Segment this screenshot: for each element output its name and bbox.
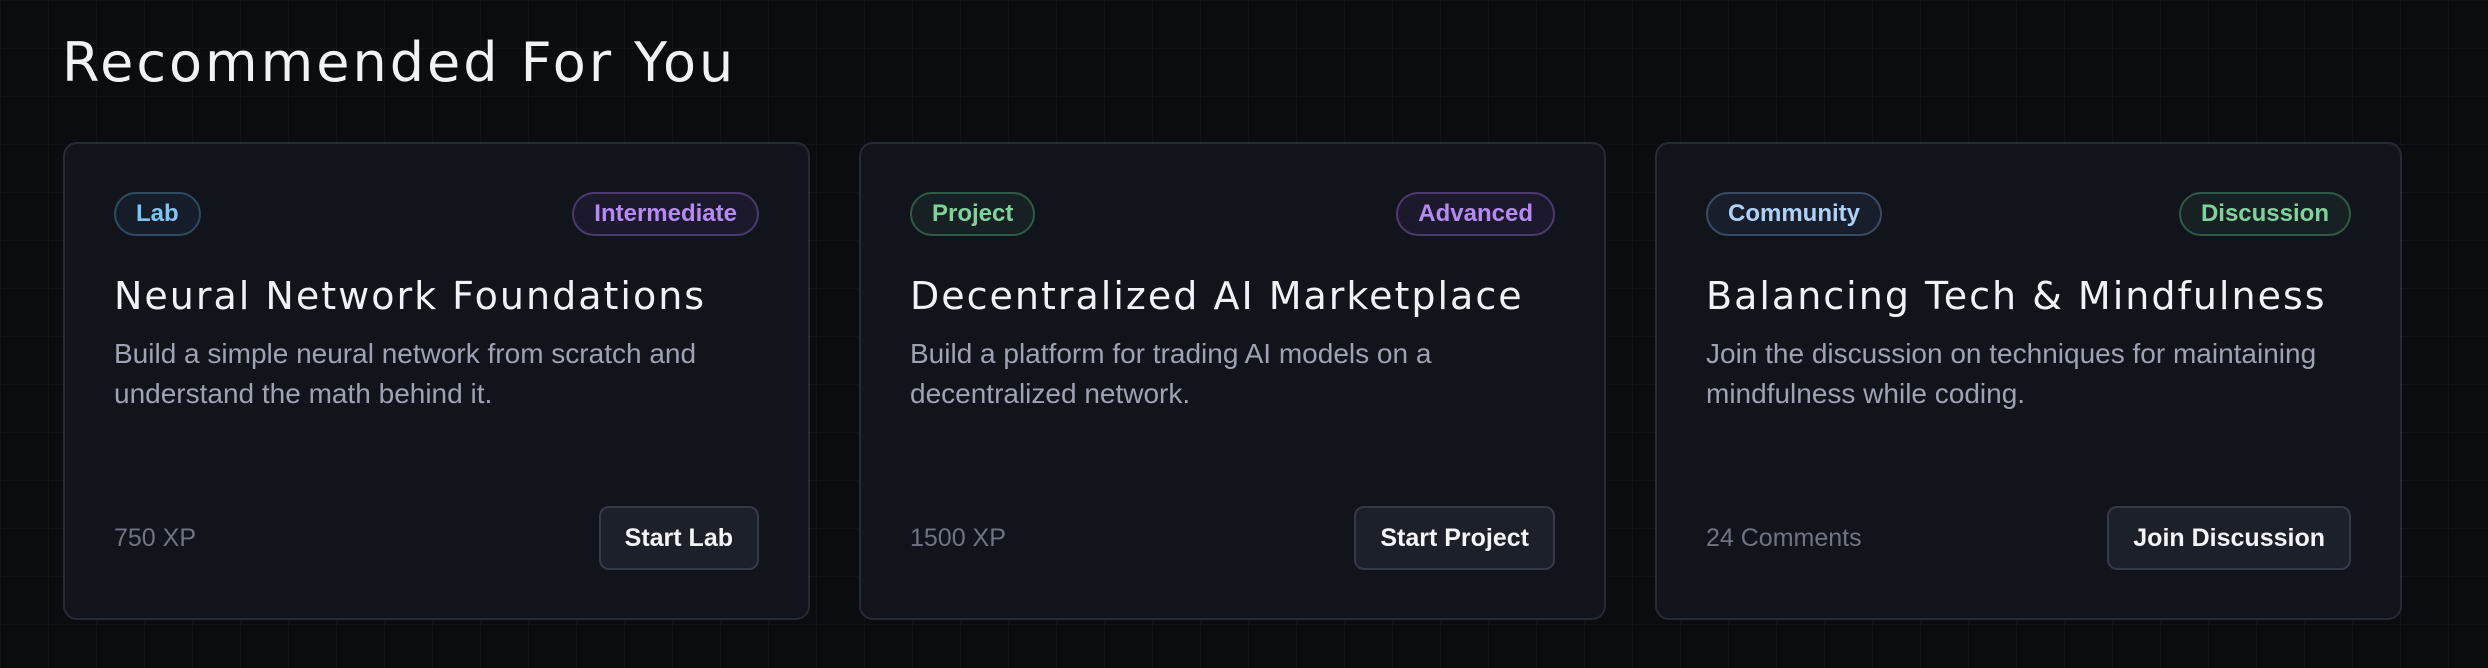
comment-count: 24 Comments bbox=[1706, 523, 1862, 552]
card-footer: 24 Comments Join Discussion bbox=[1706, 506, 2351, 570]
card-tags: Community Discussion bbox=[1706, 192, 2351, 236]
level-tag: Intermediate bbox=[572, 192, 759, 236]
card-footer: 1500 XP Start Project bbox=[910, 506, 1555, 570]
card-title: Decentralized AI Marketplace bbox=[910, 274, 1524, 318]
card-description: Join the discussion on techniques for ma… bbox=[1706, 338, 2317, 409]
card-tags: Project Advanced bbox=[910, 192, 1555, 236]
card-title: Neural Network Foundations bbox=[114, 274, 707, 318]
card-description: Build a platform for trading AI models o… bbox=[910, 338, 1432, 409]
type-tag: Community bbox=[1706, 192, 1882, 236]
section-title: Recommended For You bbox=[62, 31, 737, 94]
recommendations-list: Lab Intermediate Neural Network Foundati… bbox=[63, 142, 2402, 620]
category-tag: Discussion bbox=[2178, 192, 2351, 236]
card-tags: Lab Intermediate bbox=[114, 192, 759, 236]
start-project-button[interactable]: Start Project bbox=[1354, 506, 1555, 570]
recommendation-card-community: Community Discussion Balancing Tech & Mi… bbox=[1655, 142, 2402, 620]
level-tag: Advanced bbox=[1396, 192, 1555, 236]
card-footer: 750 XP Start Lab bbox=[114, 506, 759, 570]
recommendation-card-project: Project Advanced Decentralized AI Market… bbox=[859, 142, 1606, 620]
join-discussion-button[interactable]: Join Discussion bbox=[2107, 506, 2351, 570]
type-tag: Lab bbox=[114, 192, 201, 236]
recommendation-card-lab: Lab Intermediate Neural Network Foundati… bbox=[63, 142, 810, 620]
type-tag: Project bbox=[910, 192, 1036, 236]
card-title: Balancing Tech & Mindfulness bbox=[1706, 274, 2327, 318]
xp-reward: 750 XP bbox=[114, 523, 197, 552]
xp-reward: 1500 XP bbox=[910, 523, 1006, 552]
card-description: Build a simple neural network from scrat… bbox=[114, 338, 697, 409]
start-lab-button[interactable]: Start Lab bbox=[598, 506, 759, 570]
